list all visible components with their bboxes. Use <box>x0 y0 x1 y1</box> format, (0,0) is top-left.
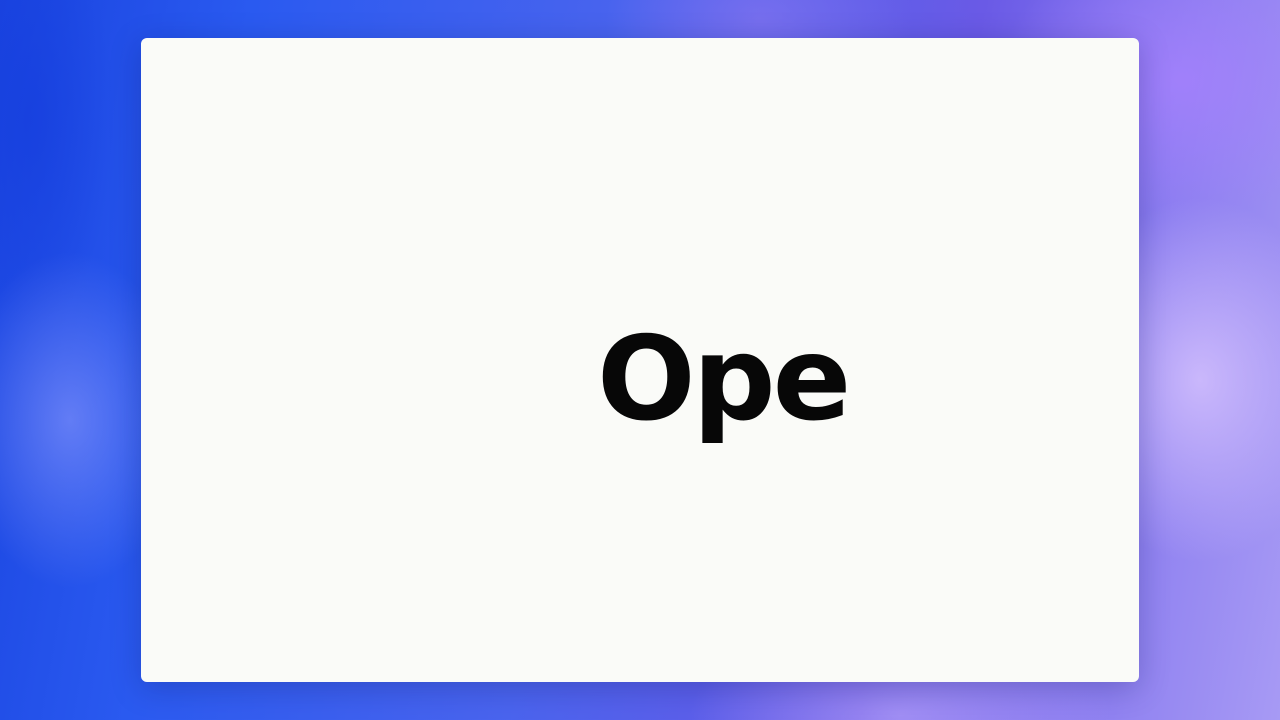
blurred-gradient-background: Ope <box>0 0 1280 720</box>
wordmark-text: Ope <box>597 312 851 447</box>
presentation-slide-card: Ope <box>141 38 1139 682</box>
